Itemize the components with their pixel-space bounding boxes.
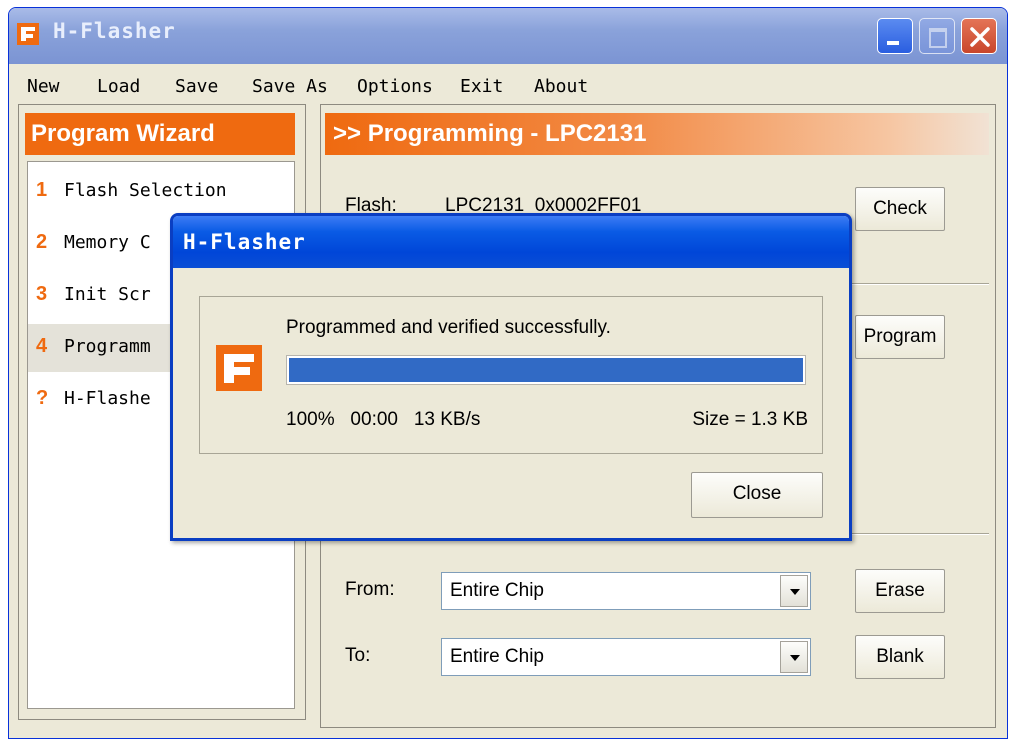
wizard-item-flash-selection[interactable]: 1 Flash Selection [28, 168, 294, 216]
progress-dialog: H-Flasher Programmed and verified succes… [170, 213, 852, 541]
wizard-item-label: Flash Selection [64, 180, 227, 201]
erase-button[interactable]: Erase [855, 569, 945, 613]
wizard-header-label: Program Wizard [31, 120, 215, 147]
step-number: 4 [36, 335, 48, 357]
step-number: 3 [36, 283, 48, 305]
programming-header: >> Programming - LPC2131 [325, 113, 989, 155]
progress-bar [286, 355, 806, 385]
to-label: To: [345, 645, 371, 666]
wizard-header: Program Wizard [25, 113, 295, 155]
wizard-item-label: Programm [64, 336, 151, 357]
blank-button[interactable]: Blank [855, 635, 945, 679]
app-logo-icon [17, 23, 39, 45]
close-button[interactable]: Close [691, 472, 823, 518]
menu-save[interactable]: Save [175, 76, 218, 97]
program-button[interactable]: Program [855, 315, 945, 359]
menu-save-as[interactable]: Save As [252, 76, 328, 97]
menu-about[interactable]: About [534, 76, 588, 97]
from-select-value: Entire Chip [450, 580, 544, 601]
minimize-button[interactable] [877, 18, 913, 54]
size-readout: Size = 1.3 KB [692, 409, 808, 430]
close-window-button[interactable] [961, 18, 997, 54]
close-icon [970, 27, 990, 47]
dialog-content-group: Programmed and verified successfully. 10… [199, 296, 823, 454]
chevron-down-icon[interactable] [780, 575, 808, 607]
programming-header-label: >> Programming - LPC2131 [333, 120, 647, 147]
maximize-icon [929, 28, 947, 48]
progress-bar-fill [289, 358, 803, 382]
window-title: H-Flasher [53, 19, 176, 43]
step-number: 1 [36, 179, 48, 201]
step-number: 2 [36, 231, 48, 253]
maximize-button[interactable] [919, 18, 955, 54]
title-bar[interactable]: H-Flasher [9, 8, 1007, 64]
dialog-message: Programmed and verified successfully. [286, 317, 611, 338]
menu-exit[interactable]: Exit [460, 76, 503, 97]
menu-new[interactable]: New [27, 76, 60, 97]
chevron-down-icon[interactable] [780, 641, 808, 673]
wizard-item-label: H-Flashe [64, 388, 151, 409]
menu-bar: New Load Save Save As Options Exit About [9, 66, 1007, 108]
wizard-item-label: Memory C [64, 232, 151, 253]
dialog-title: H-Flasher [183, 230, 306, 254]
menu-load[interactable]: Load [97, 76, 140, 97]
menu-options[interactable]: Options [357, 76, 433, 97]
from-label: From: [345, 579, 395, 600]
app-logo-icon [216, 345, 262, 391]
minimize-icon [887, 41, 899, 45]
progress-stats: 100% 00:00 13 KB/s [286, 409, 481, 430]
to-select-value: Entire Chip [450, 646, 544, 667]
check-button[interactable]: Check [855, 187, 945, 231]
wizard-item-label: Init Scr [64, 284, 151, 305]
help-step-icon: ? [36, 387, 49, 409]
from-select[interactable]: Entire Chip [441, 572, 811, 610]
dialog-title-bar[interactable]: H-Flasher [173, 216, 849, 268]
to-select[interactable]: Entire Chip [441, 638, 811, 676]
